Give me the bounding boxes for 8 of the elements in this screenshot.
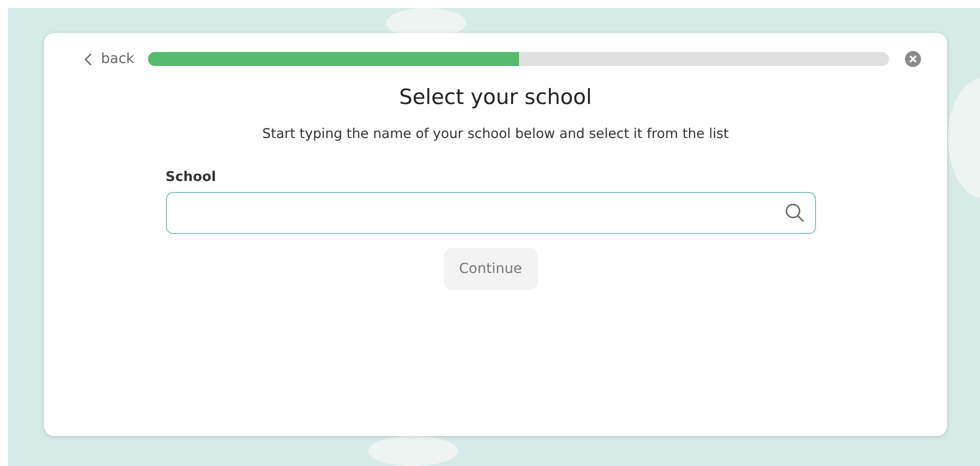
search-icon <box>784 203 804 223</box>
chevron-left-icon <box>84 52 92 66</box>
back-button[interactable]: back <box>80 51 134 67</box>
page-title: Select your school <box>398 85 593 109</box>
instruction-text: Start typing the name of your school below and select it from the list <box>261 126 730 142</box>
school-search-field[interactable] <box>166 192 816 234</box>
close-icon[interactable] <box>905 51 921 67</box>
field-label: School <box>166 169 218 185</box>
